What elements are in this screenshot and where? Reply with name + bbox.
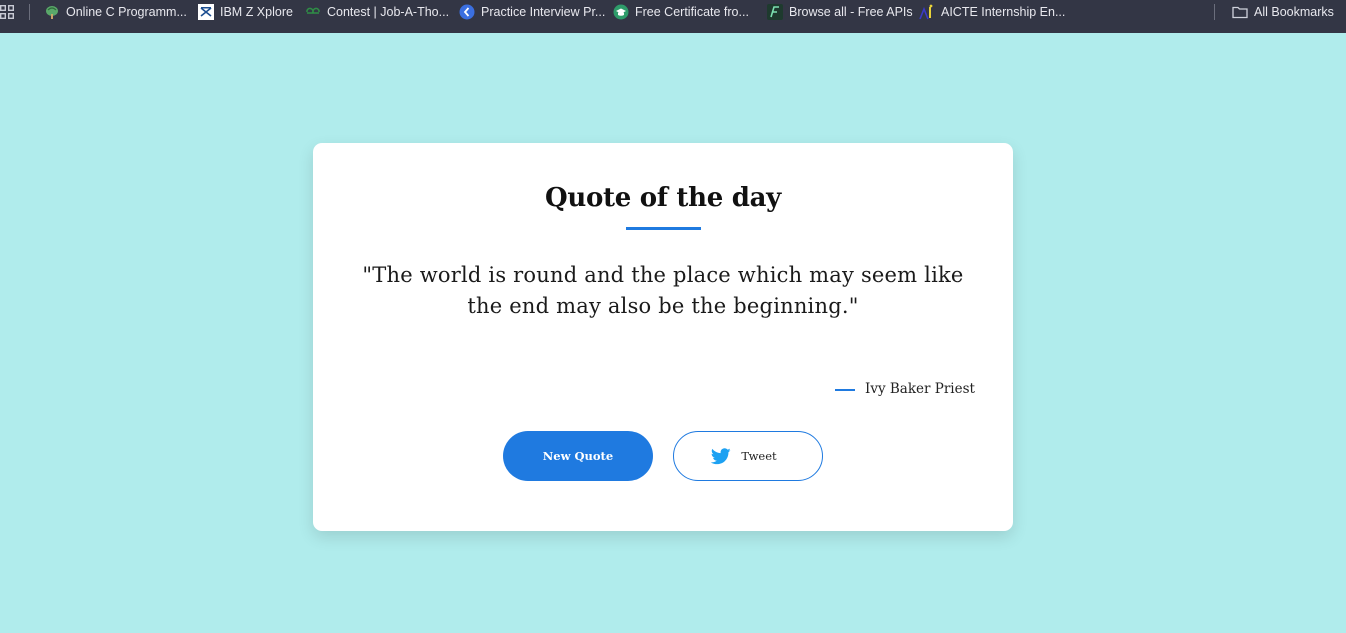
bookmark-ibm-z-xplore[interactable]: IBM Z Xplore	[198, 4, 293, 20]
tweet-button[interactable]: Tweet	[673, 431, 823, 481]
card-title: Quote of the day	[545, 183, 781, 213]
quote-card: Quote of the day "The world is round and…	[313, 143, 1013, 531]
bookmarks-bar: Online C Programm... IBM Z Xplore Contes…	[0, 0, 1346, 33]
bookmark-all-bookmarks[interactable]: All Bookmarks	[1232, 4, 1334, 20]
bookmark-aicte-internship[interactable]: AICTE Internship En...	[919, 4, 1065, 20]
bookmark-label: All Bookmarks	[1254, 5, 1334, 19]
bookmark-label: IBM Z Xplore	[220, 5, 293, 19]
ibm-icon	[198, 4, 214, 20]
free-apis-icon	[767, 4, 783, 20]
bookmark-label: Contest | Job-A-Tho...	[327, 5, 450, 19]
tweet-label: Tweet	[741, 449, 777, 463]
bookmark-contest-job-a-thon[interactable]: Contest | Job-A-Tho...	[305, 4, 449, 20]
bookmark-label: Practice Interview Pr...	[481, 5, 606, 19]
twitter-bird-icon	[711, 447, 731, 464]
bookmark-practice-interview[interactable]: Practice Interview Pr...	[459, 4, 605, 20]
bookmark-label: AICTE Internship En...	[941, 5, 1066, 19]
aicte-icon	[919, 4, 933, 20]
new-quote-button[interactable]: New Quote	[503, 431, 653, 481]
quote-text: "The world is round and the place which …	[362, 263, 964, 318]
bookmark-online-c-programming[interactable]: Online C Programm...	[44, 4, 187, 20]
bookmark-label: Free Certificate fro...	[635, 5, 749, 19]
bookmarks-separator	[29, 4, 30, 20]
new-quote-label: New Quote	[542, 449, 614, 463]
bookmark-free-certificate[interactable]: Free Certificate fro...	[613, 4, 749, 20]
title-underline	[626, 227, 701, 230]
geeksforgeeks-icon	[306, 7, 320, 14]
folder-icon	[1232, 6, 1248, 19]
apps-grid-icon[interactable]	[0, 5, 14, 19]
bookmark-label: Online C Programm...	[66, 5, 187, 19]
bookmark-label: Browse all - Free APIs	[789, 5, 913, 19]
bookmark-free-apis[interactable]: Browse all - Free APIs	[767, 4, 913, 20]
turtle-icon	[46, 6, 58, 19]
graduation-cap-icon	[613, 4, 629, 20]
practice-icon	[459, 4, 475, 20]
author-dash	[835, 389, 855, 391]
quote-author: Ivy Baker Priest	[865, 381, 975, 397]
bookmarks-separator	[1214, 4, 1215, 20]
